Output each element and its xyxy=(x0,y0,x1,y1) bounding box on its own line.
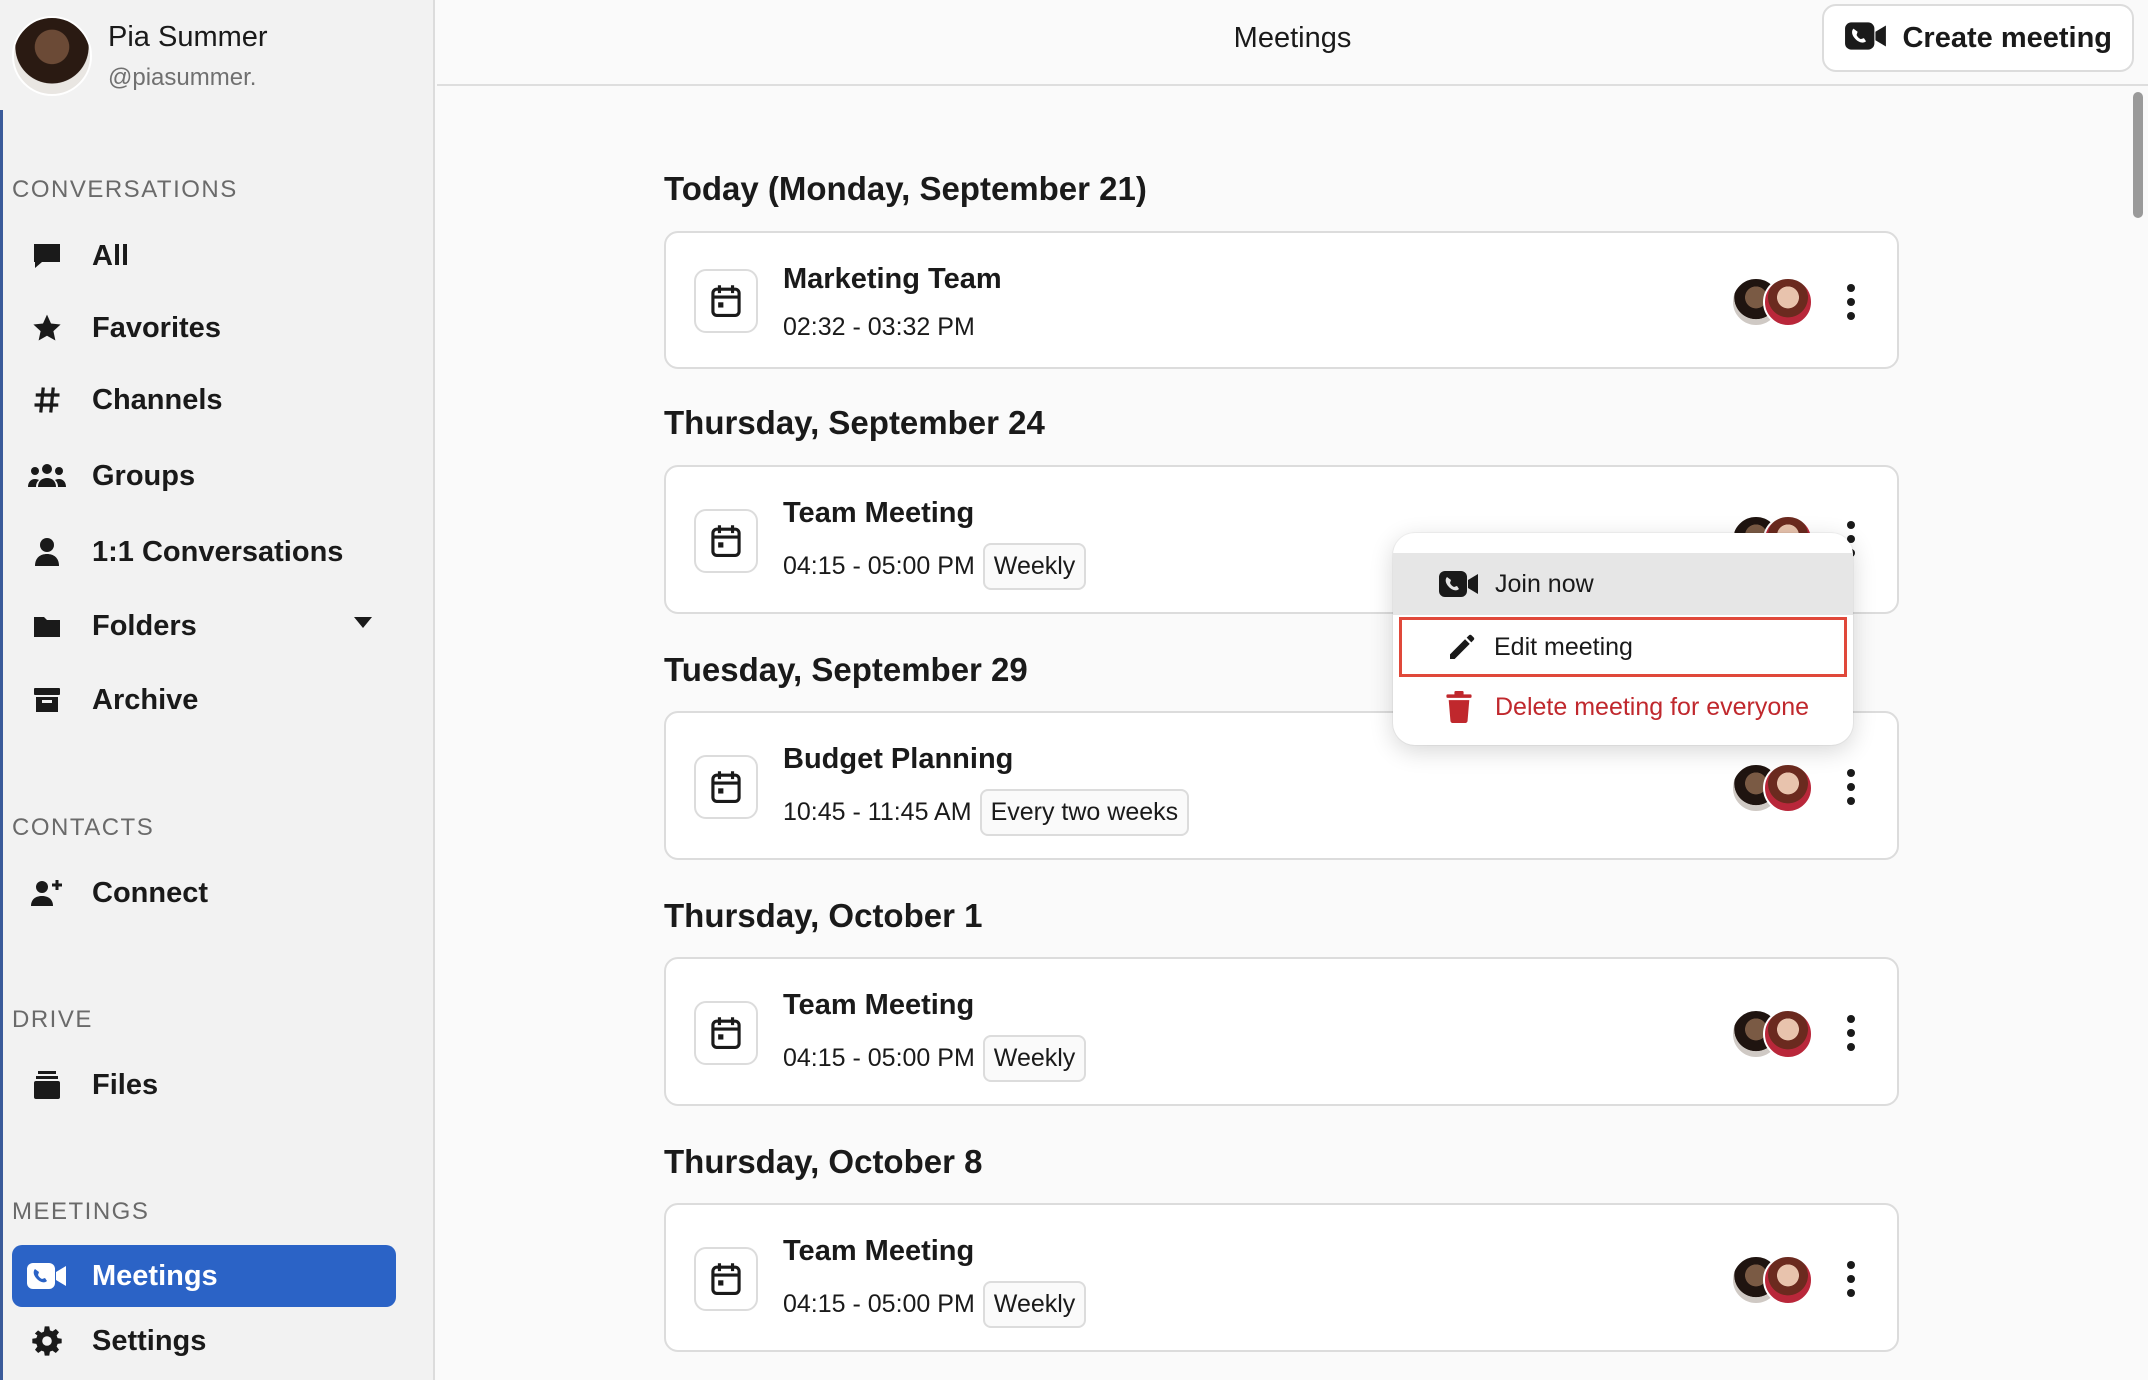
sidebar-edge xyxy=(0,110,3,1380)
sidebar-item-label: Groups xyxy=(92,459,196,492)
more-options-icon[interactable] xyxy=(1839,1257,1863,1301)
user-plus-icon xyxy=(26,878,68,908)
archive-icon xyxy=(26,685,68,715)
delete-meeting-menu-item[interactable]: Delete meeting for everyone xyxy=(1393,679,1853,735)
sidebar-item-all[interactable]: All xyxy=(12,225,396,287)
menu-item-label: Join now xyxy=(1495,569,1594,598)
chat-bubble-icon xyxy=(26,241,68,271)
day-heading: Tuesday, September 29 xyxy=(664,651,1028,688)
user-name: Pia Summer xyxy=(108,20,268,53)
calendar-icon xyxy=(694,509,758,573)
video-call-icon xyxy=(1437,569,1481,599)
meeting-context-menu: Join now Edit meeting Delete meeting for… xyxy=(1393,533,1853,745)
scrollbar-thumb[interactable] xyxy=(2133,92,2143,218)
sidebar-item-meetings[interactable]: Meetings xyxy=(12,1245,396,1307)
menu-item-label: Delete meeting for everyone xyxy=(1495,692,1810,721)
sidebar-item-label: Channels xyxy=(92,383,223,416)
meeting-time: 04:15 - 05:00 PM xyxy=(783,1044,975,1072)
meeting-time: 04:15 - 05:00 PM xyxy=(783,552,975,580)
meeting-time: 02:32 - 03:32 PM xyxy=(783,313,975,341)
calendar-icon xyxy=(694,1247,758,1311)
trash-icon xyxy=(1437,691,1481,723)
meeting-title: Team Meeting xyxy=(783,1235,975,1267)
sidebar-item-label: Settings xyxy=(92,1324,207,1357)
sidebar: Pia Summer @piasummer. CONVERSATIONS All… xyxy=(0,0,435,1380)
create-meeting-label: Create meeting xyxy=(1902,21,2112,54)
chevron-down-icon[interactable] xyxy=(354,617,372,628)
meeting-title: Budget Planning xyxy=(783,743,1014,775)
user-profile[interactable]: Pia Summer @piasummer. xyxy=(12,16,268,96)
avatar xyxy=(1763,1255,1813,1305)
more-options-icon[interactable] xyxy=(1839,765,1863,809)
meeting-card[interactable]: Team Meeting 04:15 - 05:00 PM Weekly xyxy=(664,1203,1899,1352)
day-heading: Thursday, October 1 xyxy=(664,897,983,934)
recurrence-badge: Weekly xyxy=(982,1281,1087,1328)
calendar-icon xyxy=(694,269,758,333)
user-icon xyxy=(26,537,68,567)
user-handle: @piasummer. xyxy=(108,63,257,91)
day-heading: Thursday, September 24 xyxy=(664,404,1045,441)
day-heading: Thursday, October 8 xyxy=(664,1143,983,1180)
sidebar-item-label: Archive xyxy=(92,683,199,716)
participants-avatars xyxy=(1731,763,1813,813)
section-label-conversations: CONVERSATIONS xyxy=(12,176,238,203)
participants-avatars xyxy=(1731,1009,1813,1059)
sidebar-item-groups[interactable]: Groups xyxy=(12,445,396,507)
sidebar-item-settings[interactable]: Settings xyxy=(12,1310,396,1372)
meeting-title: Marketing Team xyxy=(783,263,1002,295)
day-heading: Today (Monday, September 21) xyxy=(664,170,1147,207)
edit-meeting-menu-item[interactable]: Edit meeting xyxy=(1399,617,1847,677)
calendar-icon xyxy=(694,755,758,819)
meeting-card[interactable]: Team Meeting 04:15 - 05:00 PM Weekly xyxy=(664,957,1899,1106)
gear-icon xyxy=(26,1325,68,1357)
sidebar-item-label: Files xyxy=(92,1068,159,1101)
meeting-title: Team Meeting xyxy=(783,497,975,529)
sidebar-item-label: Meetings xyxy=(92,1259,218,1292)
avatar xyxy=(1763,763,1813,813)
video-call-icon xyxy=(26,1261,68,1291)
section-label-drive: DRIVE xyxy=(12,1006,93,1033)
sidebar-item-1-1-conversations[interactable]: 1:1 Conversations xyxy=(12,521,396,583)
meeting-time: 04:15 - 05:00 PM xyxy=(783,1290,975,1318)
avatar[interactable] xyxy=(12,16,92,96)
meeting-title: Team Meeting xyxy=(783,989,975,1021)
sidebar-item-label: Connect xyxy=(92,876,208,909)
menu-item-label: Edit meeting xyxy=(1494,632,1633,661)
participants-avatars xyxy=(1731,1255,1813,1305)
pencil-icon xyxy=(1440,631,1484,663)
avatar xyxy=(1763,1009,1813,1059)
sidebar-item-channels[interactable]: Channels xyxy=(12,369,396,431)
calendar-icon xyxy=(694,1001,758,1065)
section-label-meetings: MEETINGS xyxy=(12,1198,150,1225)
create-meeting-button[interactable]: Create meeting xyxy=(1822,4,2134,72)
meeting-time: 10:45 - 11:45 AM xyxy=(783,798,972,826)
files-icon xyxy=(26,1069,68,1101)
sidebar-item-connect[interactable]: Connect xyxy=(12,862,396,924)
users-icon xyxy=(26,462,68,490)
participants-avatars xyxy=(1731,277,1813,327)
sidebar-item-files[interactable]: Files xyxy=(12,1054,396,1116)
hash-icon xyxy=(26,385,68,415)
sidebar-item-archive[interactable]: Archive xyxy=(12,669,396,731)
star-icon xyxy=(26,312,68,344)
video-call-icon xyxy=(1844,20,1888,57)
page-header: Meetings Create meeting xyxy=(437,0,2148,86)
folder-icon xyxy=(26,613,68,639)
section-label-contacts: CONTACTS xyxy=(12,814,155,841)
sidebar-item-favorites[interactable]: Favorites xyxy=(12,297,396,359)
recurrence-badge: Every two weeks xyxy=(979,789,1190,836)
recurrence-badge: Weekly xyxy=(982,1035,1087,1082)
sidebar-item-label: 1:1 Conversations xyxy=(92,535,344,568)
sidebar-item-label: Folders xyxy=(92,609,197,642)
sidebar-item-folders[interactable]: Folders xyxy=(12,595,396,657)
sidebar-item-label: Favorites xyxy=(92,311,221,344)
join-now-menu-item[interactable]: Join now xyxy=(1393,553,1853,615)
sidebar-item-label: All xyxy=(92,239,130,272)
more-options-icon[interactable] xyxy=(1839,1011,1863,1055)
avatar xyxy=(1763,277,1813,327)
meeting-card[interactable]: Marketing Team 02:32 - 03:32 PM xyxy=(664,231,1899,369)
recurrence-badge: Weekly xyxy=(982,543,1087,590)
more-options-icon[interactable] xyxy=(1839,280,1863,324)
